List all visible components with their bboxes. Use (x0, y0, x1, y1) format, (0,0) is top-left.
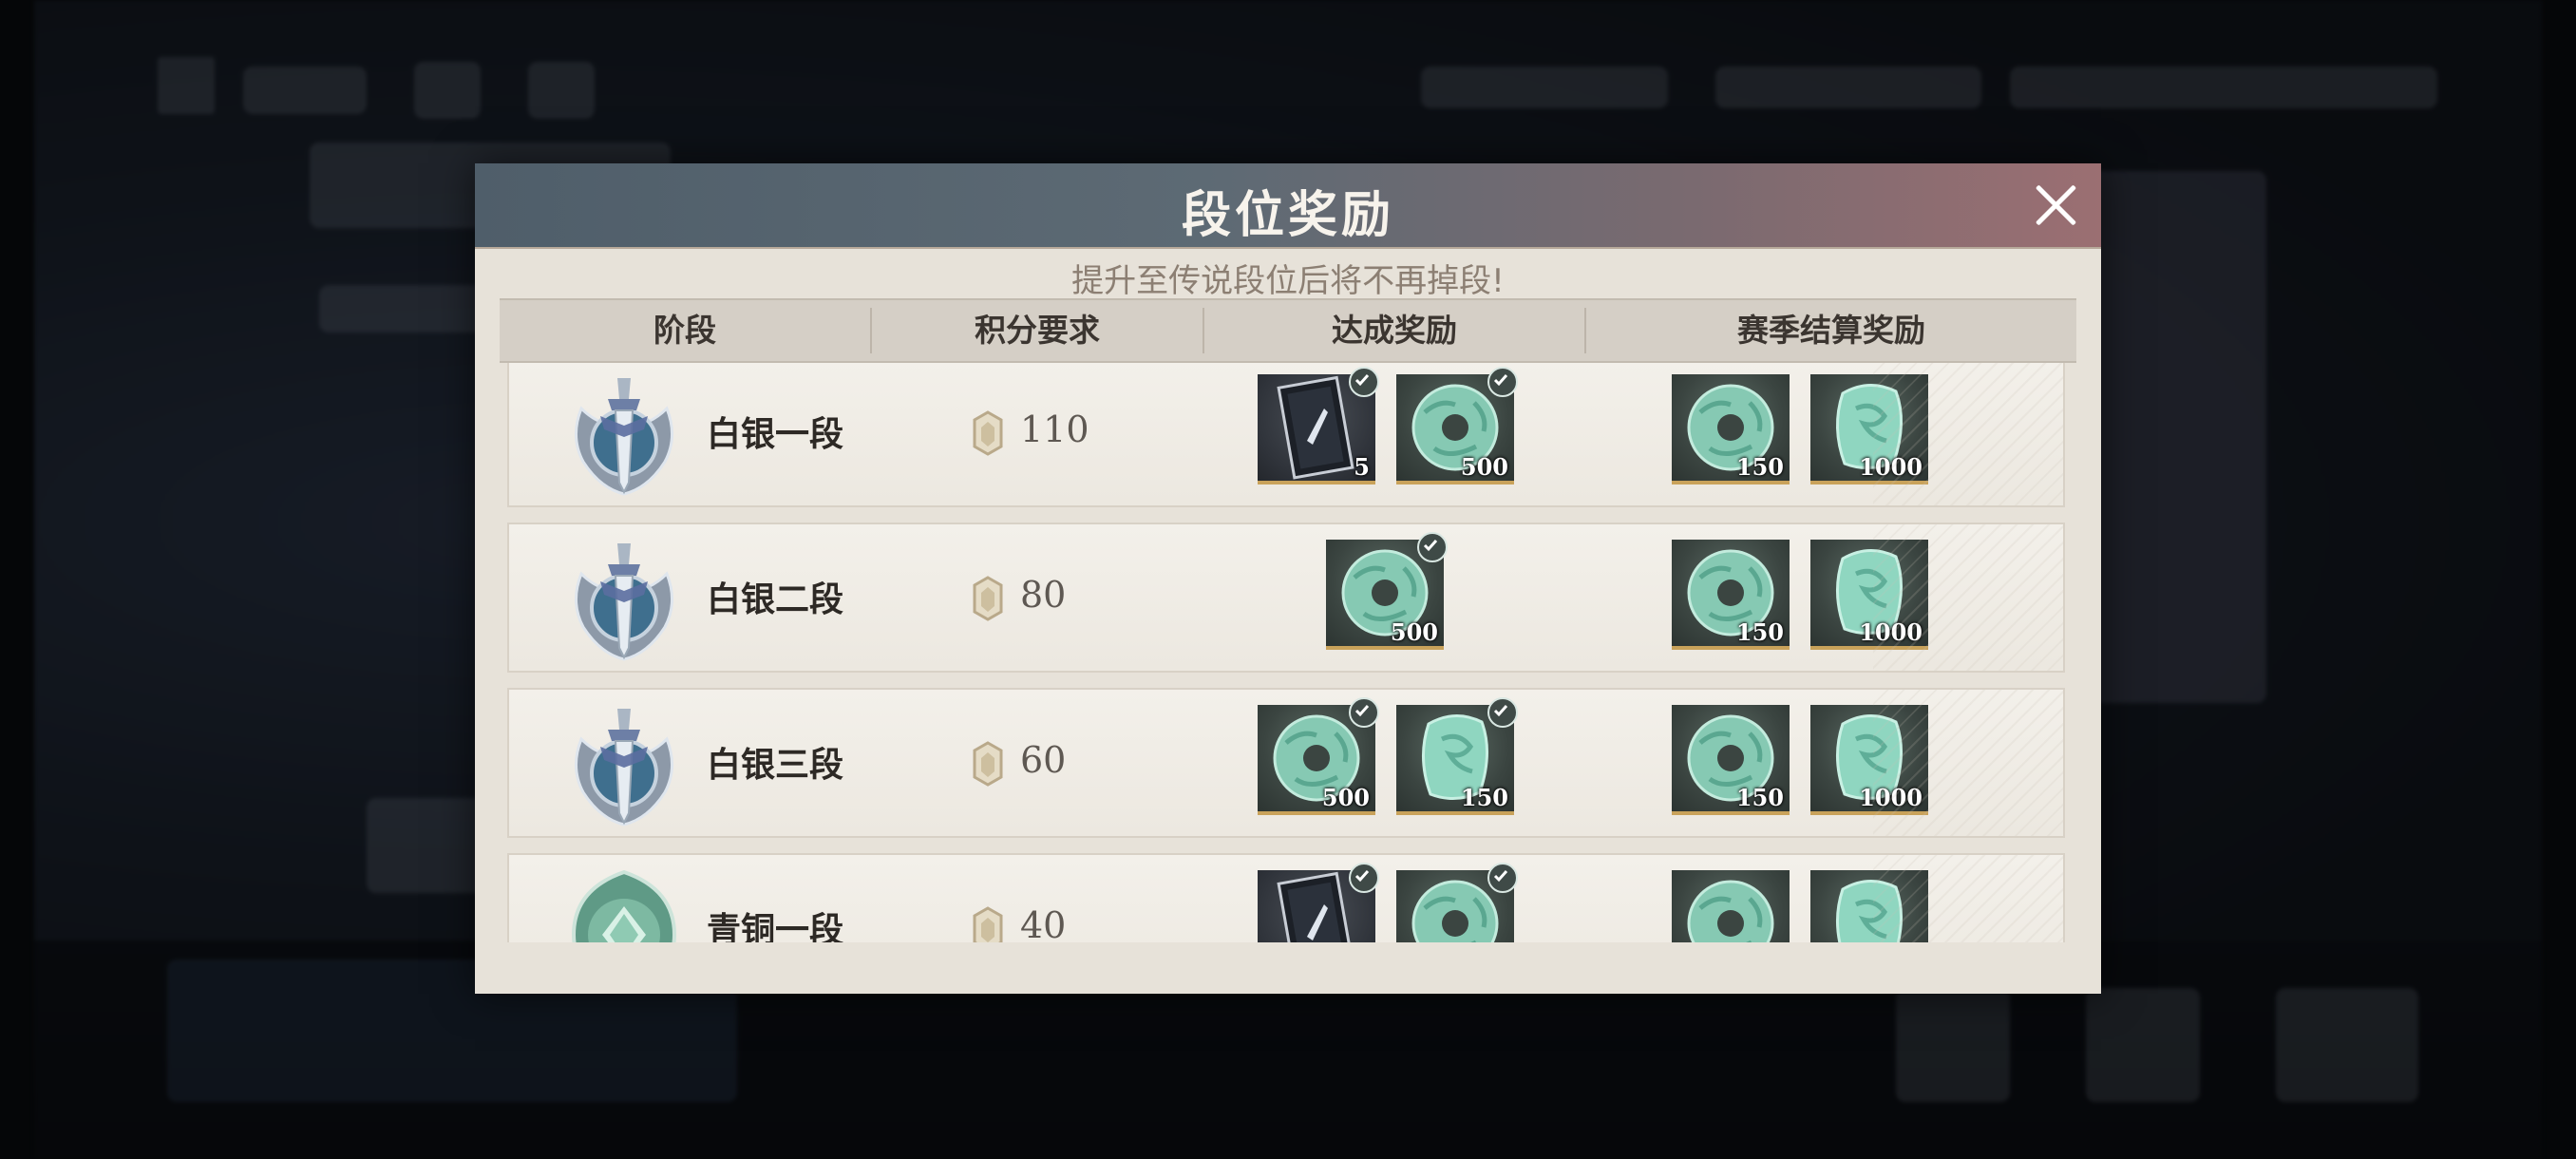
points-requirement: 80 (1020, 574, 1067, 616)
table-header: 阶段 积分要求 达成奖励 赛季结算奖励 (500, 298, 2076, 363)
item-quantity: 1000 (1859, 618, 1923, 646)
claimed-check-icon (1349, 863, 1379, 893)
claimed-check-icon (1487, 863, 1518, 893)
points-badge-icon (969, 408, 1007, 458)
achieve-reward-item[interactable]: 150 (1396, 697, 1518, 815)
item-quantity: 150 (1735, 453, 1784, 481)
item-quantity: 500 (1321, 784, 1370, 811)
rank-rewards-dialog: 段位奖励 提升至传说段位后将不再掉段! 阶段 积分要求 达成奖励 赛季结算奖励 … (475, 163, 2101, 994)
dialog-header: 段位奖励 (475, 163, 2101, 249)
close-button[interactable] (2029, 179, 2082, 232)
item-quantity: 150 (1735, 618, 1784, 646)
claimed-check-icon (1417, 532, 1448, 562)
claimed-check-icon (1349, 367, 1379, 397)
points-requirement: 40 (1020, 904, 1067, 942)
achieve-reward-item[interactable]: 500 (1326, 532, 1448, 650)
dialog-title: 段位奖励 (1181, 186, 1394, 244)
season-reward-item[interactable]: 500 (1810, 870, 1928, 942)
rank-row: 白银二段 80 500 150 1000 (507, 522, 2065, 673)
item-quantity: 1000 (1859, 453, 1923, 481)
item-quantity: 150 (1460, 784, 1508, 811)
item-quantity: 500 (1460, 453, 1508, 481)
header-points: 积分要求 (975, 312, 1100, 349)
header-achieve-reward: 达成奖励 (1332, 312, 1457, 349)
claimed-check-icon (1349, 697, 1379, 728)
silver-emblem-icon (562, 370, 686, 498)
season-reward-item[interactable]: 1000 (1810, 540, 1928, 650)
rank-list[interactable]: 白银一段 110 5 500 150 1000 白银二段 80 500 150 1000 白银三段 60… (500, 363, 2076, 942)
item-quantity: 500 (1390, 618, 1438, 646)
season-reward-item[interactable]: 1000 (1810, 705, 1928, 815)
item-quantity: 5 (1354, 453, 1370, 481)
points-badge-icon (969, 574, 1007, 623)
silver-emblem-icon (562, 701, 686, 828)
item-quantity: 1000 (1859, 784, 1923, 811)
season-reward-item[interactable]: 150 (1672, 540, 1790, 650)
tier-name: 白银一段 (707, 414, 844, 454)
bronze-emblem-icon (562, 866, 686, 942)
tier-name: 青铜一段 (707, 910, 844, 942)
tier-name: 白银三段 (707, 745, 844, 785)
points-badge-icon (969, 904, 1007, 942)
season-reward-item[interactable]: 150 (1672, 705, 1790, 815)
tier-name: 白银二段 (707, 580, 844, 619)
rank-row: 白银一段 110 5 500 150 1000 (507, 363, 2065, 507)
achieve-reward-item[interactable]: 5 (1258, 367, 1379, 484)
silver-emblem-icon (562, 536, 686, 663)
header-stage: 阶段 (653, 312, 716, 349)
rank-row: 白银三段 60 500 150 150 1000 (507, 688, 2065, 838)
header-season-reward: 赛季结算奖励 (1737, 312, 1925, 349)
achieve-reward-item[interactable]: 500 (1396, 863, 1518, 942)
points-requirement: 110 (1020, 408, 1089, 450)
achieve-reward-item[interactable]: 500 (1396, 367, 1518, 484)
points-requirement: 60 (1020, 739, 1067, 781)
claimed-check-icon (1487, 367, 1518, 397)
points-badge-icon (969, 739, 1007, 788)
rank-row: 青铜一段405500100500 (507, 853, 2065, 942)
season-reward-item[interactable]: 150 (1672, 374, 1790, 484)
demotion-notice: 提升至传说段位后将不再掉段! (1071, 262, 1505, 300)
claimed-check-icon (1487, 697, 1518, 728)
achieve-reward-item[interactable]: 5 (1258, 863, 1379, 942)
season-reward-item[interactable]: 1000 (1810, 374, 1928, 484)
item-quantity: 150 (1735, 784, 1784, 811)
achieve-reward-item[interactable]: 500 (1258, 697, 1379, 815)
season-reward-item[interactable]: 100 (1672, 870, 1790, 942)
